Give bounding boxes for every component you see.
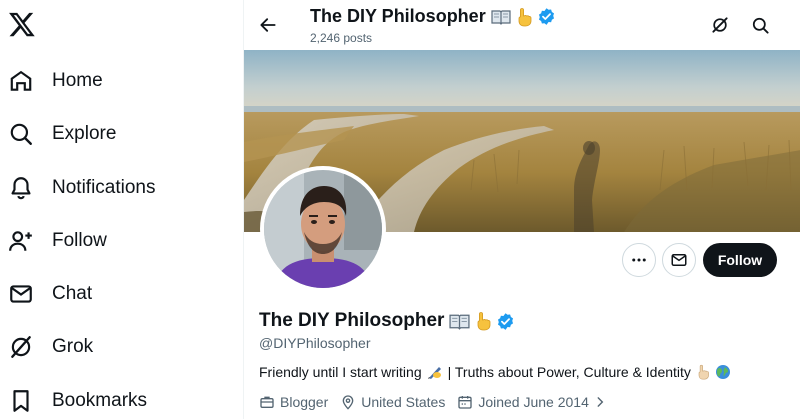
nav-item-follow[interactable]: Follow [8, 221, 228, 261]
briefcase-icon [260, 396, 274, 408]
profile-header-bar: The DIY Philosopher 2,246 posts [244, 0, 800, 50]
nav-label-home: Home [52, 70, 103, 91]
profile-meta: Blogger United States Joined June 2014 [259, 394, 624, 410]
add-person-icon [8, 228, 34, 254]
pointing-up-emoji-icon [516, 7, 532, 27]
nav-label-bookmarks: Bookmarks [52, 390, 148, 411]
post-count: 2,246 posts [310, 31, 373, 45]
search-icon[interactable] [749, 14, 771, 36]
nav-item-bookmarks[interactable]: Bookmarks [8, 381, 228, 419]
home-icon [8, 68, 34, 94]
nav-label-grok: Grok [52, 336, 94, 357]
more-options-button[interactable] [622, 243, 656, 277]
writing-hand-emoji-icon [427, 364, 443, 380]
meta-category: Blogger [259, 394, 328, 410]
nav-label-explore: Explore [52, 123, 117, 144]
location-text: United States [361, 394, 446, 410]
mail-icon [671, 254, 687, 266]
nav-item-chat[interactable]: Chat [8, 274, 228, 314]
location-pin-icon [342, 395, 354, 410]
avatar-photo [264, 170, 382, 288]
bio-text-part2: | Truths about Power, Culture & Identity [447, 364, 691, 380]
bio-text-part1: Friendly until I start writing [259, 364, 422, 380]
profile-bio: Friendly until I start writing | Truths … [259, 364, 731, 380]
chevron-right-icon [597, 397, 604, 407]
message-button[interactable] [662, 243, 696, 277]
verified-badge-icon[interactable] [537, 7, 556, 26]
book-emoji-icon [491, 9, 511, 25]
search-icon [8, 121, 34, 147]
nav-label-follow: Follow [52, 230, 107, 251]
mail-icon [8, 281, 34, 307]
joined-text: Joined June 2014 [478, 394, 589, 410]
globe-emoji-icon [715, 364, 731, 380]
more-icon [632, 258, 646, 262]
pointing-up-emoji-icon [696, 364, 710, 380]
back-arrow-icon[interactable] [256, 13, 280, 37]
nav-item-home[interactable]: Home [8, 61, 228, 101]
profile-name: The DIY Philosopher [259, 310, 515, 332]
category-text: Blogger [280, 394, 329, 410]
bookmark-icon [8, 388, 34, 414]
header-title-text: The DIY Philosopher [310, 6, 486, 26]
x-logo-icon[interactable] [8, 10, 36, 38]
grok-icon[interactable] [709, 14, 731, 36]
calendar-icon [458, 396, 472, 409]
book-emoji-icon [449, 313, 471, 330]
pointing-up-emoji-icon [475, 311, 491, 331]
meta-joined[interactable]: Joined June 2014 [457, 394, 612, 410]
bell-icon [8, 175, 34, 201]
nav-label-notifications: Notifications [52, 177, 156, 198]
nav-item-notifications[interactable]: Notifications [8, 168, 228, 208]
follow-button[interactable]: Follow [703, 243, 777, 277]
profile-column: The DIY Philosopher 2,246 posts Follow T… [243, 0, 800, 419]
header-title: The DIY Philosopher [310, 6, 556, 27]
verified-badge-icon[interactable] [496, 312, 515, 331]
nav-item-grok[interactable]: Grok [8, 327, 228, 367]
profile-avatar[interactable] [260, 166, 386, 292]
meta-location: United States [340, 394, 445, 410]
grok-icon [8, 334, 34, 360]
left-nav: Home Explore Notifications Follow Chat G… [0, 0, 243, 419]
profile-handle: @DIYPhilosopher [259, 335, 371, 351]
profile-name-text: The DIY Philosopher [259, 310, 445, 331]
nav-label-chat: Chat [52, 283, 93, 304]
nav-item-explore[interactable]: Explore [8, 114, 228, 154]
